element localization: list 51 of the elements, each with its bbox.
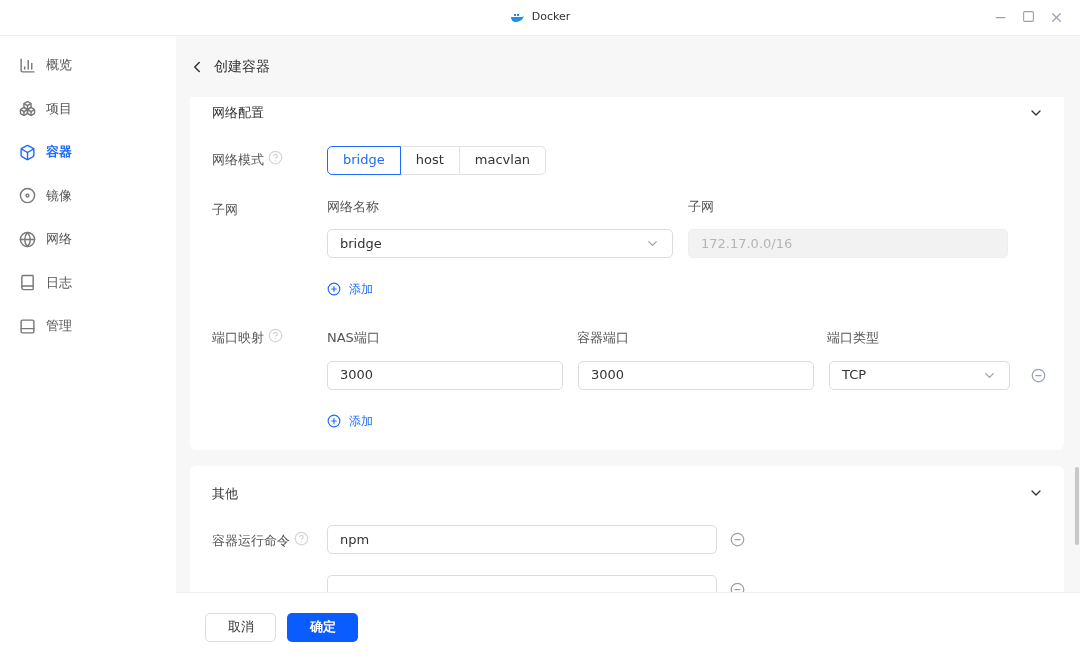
sidebar-item[interactable]: 管理 xyxy=(19,315,176,337)
panel-icon xyxy=(19,317,36,335)
select-field[interactable]: TCP xyxy=(829,360,1010,390)
input-field[interactable]: 3000 xyxy=(327,360,563,390)
disc-icon xyxy=(19,187,36,204)
plus-icon xyxy=(327,413,341,428)
scrollbar[interactable] xyxy=(1075,467,1079,545)
select-field[interactable]: bridge xyxy=(327,229,673,258)
help-icon[interactable] xyxy=(268,328,283,343)
field-label: 端口映射 xyxy=(212,329,264,347)
window-title: Docker xyxy=(531,9,571,26)
plus-icon xyxy=(327,282,341,296)
sidebar-item[interactable]: 镜像 xyxy=(19,184,176,207)
close-icon[interactable] xyxy=(1049,10,1064,25)
column-label: NAS端口 xyxy=(327,329,381,347)
chart-icon xyxy=(19,56,36,74)
mode-option[interactable]: bridge xyxy=(327,145,401,175)
sidebar-item[interactable]: 概览 xyxy=(19,54,176,76)
box-icon xyxy=(19,143,36,161)
column-label: 网络名称 xyxy=(327,197,380,216)
sidebar-item[interactable]: 容器 xyxy=(19,141,176,163)
sidebar-item[interactable]: 日志 xyxy=(19,271,176,294)
column-label: 子网 xyxy=(688,197,715,216)
column-label: 容器端口 xyxy=(577,329,630,347)
field-label: 网络模式 xyxy=(212,150,264,169)
column-label: 端口类型 xyxy=(827,329,880,347)
add-button[interactable]: 添加 xyxy=(327,280,373,298)
cancel-button[interactable]: 取消 xyxy=(205,612,276,642)
input-field[interactable]: npm xyxy=(327,525,717,554)
help-icon[interactable] xyxy=(294,531,309,546)
sidebar-item[interactable]: 网络 xyxy=(19,228,176,250)
maximize-icon[interactable] xyxy=(1022,10,1035,23)
globe-icon xyxy=(19,230,36,248)
remove-icon[interactable] xyxy=(730,532,745,547)
confirm-button[interactable]: 确定 xyxy=(287,612,358,642)
remove-icon[interactable] xyxy=(1031,367,1046,383)
section-title: 网络配置 xyxy=(212,104,264,122)
page-title: 创建容器 xyxy=(214,57,270,76)
whale-icon xyxy=(509,12,524,23)
mode-option[interactable]: macvlan xyxy=(458,145,547,175)
sidebar-item[interactable]: 项目 xyxy=(19,97,176,120)
section-title: 其他 xyxy=(212,484,238,503)
add-button[interactable]: 添加 xyxy=(327,411,373,430)
field-label: 子网 xyxy=(212,201,238,217)
mode-option[interactable]: host xyxy=(399,145,460,175)
cubes-icon xyxy=(19,100,36,117)
field-label: 容器运行命令 xyxy=(212,532,290,550)
subnet-field: 172.17.0.0/16 xyxy=(688,229,1008,258)
book-icon xyxy=(19,274,36,291)
help-icon[interactable] xyxy=(268,149,283,165)
input-field[interactable]: 3000 xyxy=(578,360,814,390)
